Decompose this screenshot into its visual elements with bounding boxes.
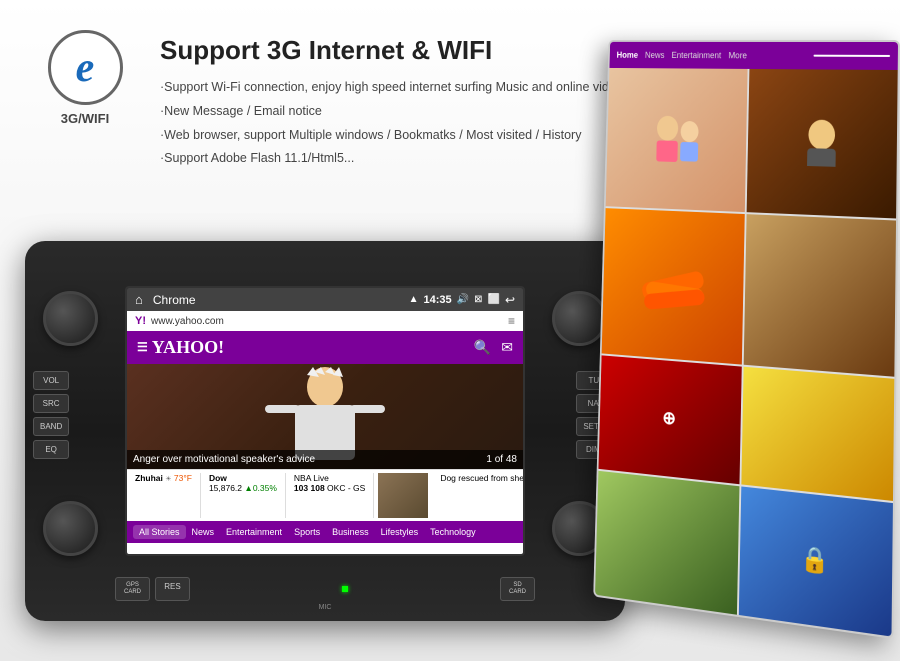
news-ticker: Zhuhai ☀ 73°F Dow 15,876.2 ▲0.35% NBA Li…	[127, 469, 523, 521]
dow-change: ▲0.35%	[244, 483, 277, 493]
person2-svg	[797, 117, 845, 168]
temp-display: 73°F	[174, 473, 192, 483]
mic-label: MIC	[319, 604, 332, 611]
yahoo-header: ☰ YAHOO! 🔍 ✉	[127, 331, 523, 364]
vol-button[interactable]: VOL	[33, 371, 69, 390]
menu-icon[interactable]: ≡	[508, 314, 515, 328]
mail-icon[interactable]: ✉	[501, 339, 513, 356]
tablet-top-bar: Home News Entertainment More	[609, 42, 898, 70]
bottom-left-buttons: GPSCARD RES	[115, 577, 190, 601]
app-name: Chrome	[153, 293, 196, 307]
grid-img-5: ⊕	[598, 355, 741, 485]
url-text: www.yahoo.com	[151, 316, 503, 327]
dog-caption: Dog rescued from shelter	[440, 473, 523, 483]
ie-label: 3G/WIFI	[61, 111, 109, 126]
headline-overlay: Anger over motivational speaker's advice…	[127, 450, 523, 469]
yahoo-menu-icon[interactable]: ☰	[137, 340, 148, 355]
carrots-svg	[636, 256, 708, 314]
wifi-icon: ▲	[409, 294, 419, 305]
tablet-frame: Home News Entertainment More	[593, 40, 900, 639]
nav-all-stories[interactable]: All Stories	[133, 525, 186, 539]
tilted-tablet: Home News Entertainment More	[593, 40, 900, 639]
gps-card-button[interactable]: GPSCARD	[115, 577, 150, 601]
dow-item: Dow 15,876.2 ▲0.35%	[201, 473, 286, 518]
radio-body: VOL SRC BAND EQ TUN NAVI SETUP DIMM ⌂ Ch…	[25, 241, 625, 621]
grid-img-4	[744, 214, 896, 376]
nav-lifestyles[interactable]: Lifestyles	[375, 525, 425, 539]
red-logo: ⊕	[662, 407, 676, 429]
nav-sports[interactable]: Sports	[288, 525, 326, 539]
yahoo-content: ☰ YAHOO! 🔍 ✉	[127, 331, 523, 556]
nba-label: NBA Live	[294, 473, 329, 483]
grid-img-2	[747, 69, 898, 218]
car-radio-device: VOL SRC BAND EQ TUN NAVI SETUP DIMM ⌂ Ch…	[25, 211, 625, 641]
page-container: e 3G/WIFI Support 3G Internet & WIFI ·Su…	[0, 0, 900, 661]
time-display: 14:35	[424, 294, 452, 306]
chrome-status-bar: ▲ 14:35 🔊 ⊠ ⬜ ↩	[409, 293, 515, 307]
yahoo-y-favicon: Y!	[135, 315, 146, 327]
knob-left-bottom[interactable]	[43, 501, 98, 556]
dow-value: 15,876.2	[209, 483, 242, 493]
back-icon[interactable]: ↩	[505, 293, 515, 307]
dog-image	[378, 473, 428, 518]
nav-technology[interactable]: Technology	[424, 525, 482, 539]
tablet-nav-entertainment: Entertainment	[671, 50, 721, 60]
grid-img-1	[606, 68, 748, 212]
grid-img-3	[602, 208, 745, 364]
ie-icon: e	[48, 30, 123, 105]
bottom-buttons-area: GPSCARD RES SDCARD	[115, 577, 535, 601]
band-button[interactable]: BAND	[33, 417, 69, 436]
headline-text: Anger over motivational speaker's advice	[133, 454, 315, 465]
tablet-nav-more: More	[728, 51, 747, 61]
eq-button[interactable]: EQ	[33, 440, 69, 459]
city-name: Zhuhai	[135, 473, 163, 483]
url-bar[interactable]: Y! www.yahoo.com ≡	[127, 311, 523, 331]
grid-img-7	[595, 471, 739, 615]
bottom-right-buttons: SDCARD	[500, 577, 535, 601]
main-image: Anger over motivational speaker's advice…	[127, 364, 523, 469]
home-icon[interactable]: ⌂	[135, 292, 143, 307]
volume-icon: 🔊	[457, 294, 469, 305]
fullscreen-icon: ⬜	[487, 294, 499, 305]
ie-icon-container: e 3G/WIFI	[40, 30, 130, 126]
nba-score1: 103	[294, 483, 308, 493]
tablet-nav-news: News	[645, 50, 665, 59]
knob-right-top[interactable]	[552, 291, 607, 346]
yahoo-header-right: 🔍 ✉	[474, 339, 513, 356]
image-grid: ⊕ 🔒	[595, 68, 898, 637]
src-button[interactable]: SRC	[33, 394, 69, 413]
res-button[interactable]: RES	[155, 577, 190, 601]
weather-item: Zhuhai ☀ 73°F	[127, 473, 201, 518]
grid-img-8: 🔒	[739, 487, 893, 637]
nba-score2: 108	[310, 483, 324, 493]
nav-business[interactable]: Business	[326, 525, 375, 539]
dog-item: Dog rescued from shelter	[432, 473, 523, 518]
battery-icon: ⊠	[474, 294, 482, 305]
screen-area: ⌂ Chrome ▲ 14:35 🔊 ⊠ ⬜ ↩ Y! www.yahoo.co…	[125, 286, 525, 556]
lock-icon: 🔒	[800, 543, 829, 577]
power-led	[342, 586, 348, 592]
nba-teams: OKC - GS	[327, 483, 365, 493]
left-buttons: VOL SRC BAND EQ	[33, 371, 69, 459]
nav-bar-bottom: All Stories News Entertainment Sports Bu…	[127, 521, 523, 543]
yahoo-logo: ☰ YAHOO!	[137, 337, 224, 358]
page-indicator: 1 of 48	[486, 454, 517, 465]
sd-card-button[interactable]: SDCARD	[500, 577, 535, 601]
yahoo-logo-text: YAHOO!	[152, 337, 224, 358]
nav-entertainment[interactable]: Entertainment	[220, 525, 288, 539]
knob-left-top[interactable]	[43, 291, 98, 346]
tablet-nav-home: Home	[617, 50, 639, 59]
tablet-search-bar[interactable]	[813, 55, 890, 57]
chrome-top-bar: ⌂ Chrome ▲ 14:35 🔊 ⊠ ⬜ ↩	[127, 288, 523, 311]
grid-img-6	[741, 366, 894, 501]
people-svg	[649, 114, 703, 163]
nba-item: NBA Live 103 108 OKC - GS	[286, 473, 374, 518]
search-icon[interactable]: 🔍	[474, 339, 491, 356]
nav-news[interactable]: News	[186, 525, 221, 539]
